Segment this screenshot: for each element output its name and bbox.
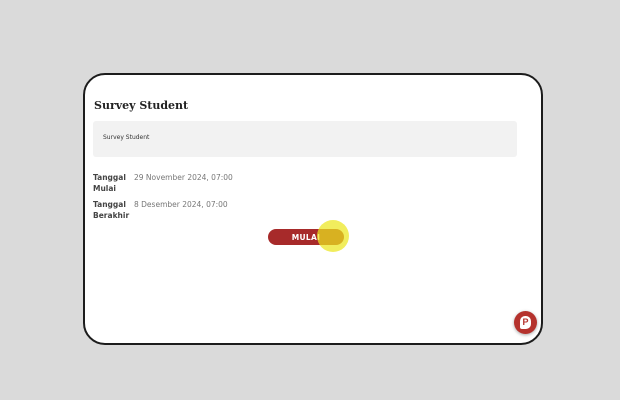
page-title: Survey Student <box>94 99 189 112</box>
description-box: Survey Student <box>93 121 517 157</box>
chat-button[interactable]: P <box>514 311 537 334</box>
start-date-label: Tanggal Mulai <box>93 173 126 193</box>
description-text: Survey Student <box>103 134 150 141</box>
end-date-label: Tanggal Berakhir <box>93 200 130 220</box>
start-button[interactable]: MULAI <box>268 229 344 245</box>
device-frame: Survey Student Survey Student Tanggal Mu… <box>83 73 543 345</box>
start-date-value: 29 November 2024, 07:00 <box>134 173 233 182</box>
chat-p-icon: P <box>520 316 531 329</box>
end-date-value: 8 Desember 2024, 07:00 <box>134 200 228 209</box>
